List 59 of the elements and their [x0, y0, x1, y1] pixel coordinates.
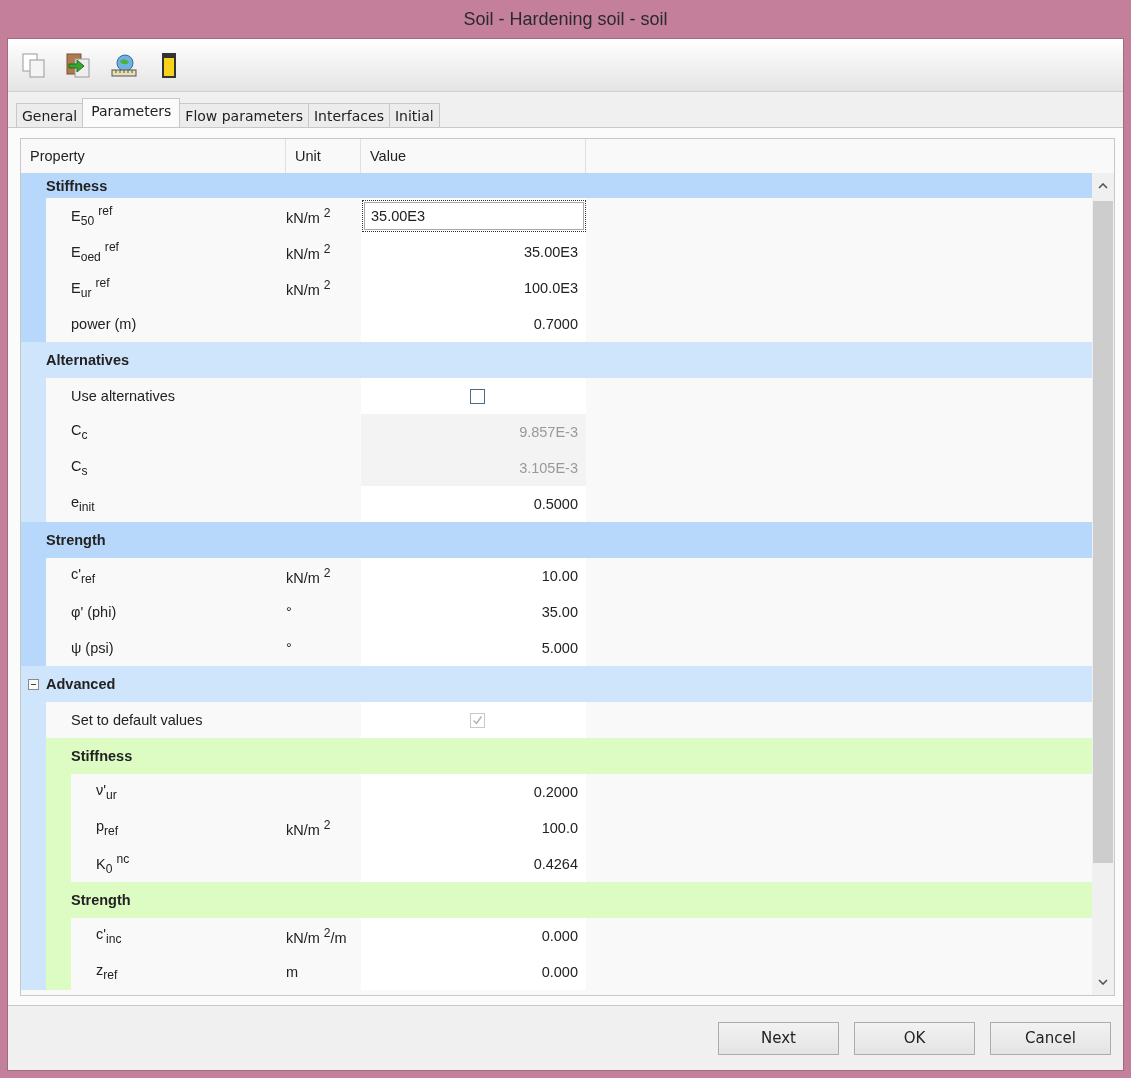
- unit-label: m: [286, 964, 299, 980]
- scroll-down-icon[interactable]: [1098, 979, 1108, 985]
- dialog-button[interactable]: Next: [718, 1021, 839, 1055]
- tab[interactable]: General: [16, 103, 84, 127]
- property-label: e$_{init}$: [71, 494, 95, 514]
- tab[interactable]: Initial: [388, 103, 440, 127]
- unit-label: kN/m $^{2}$: [286, 278, 331, 298]
- section-title: Strength: [71, 891, 131, 910]
- section-title: Stiffness: [46, 176, 108, 196]
- unit-label: kN/m $^{2}$: [286, 206, 331, 226]
- dialog-button[interactable]: Cancel: [990, 1021, 1111, 1055]
- unit-label: °: [286, 604, 292, 620]
- dialog-button[interactable]: OK: [854, 1021, 975, 1055]
- window-title: Soil - Hardening soil - soil: [462, 8, 669, 31]
- property-label: Use alternatives: [71, 388, 175, 404]
- property-label: C$_{c}$: [71, 422, 88, 442]
- property-label: Set to default values: [71, 712, 203, 728]
- value-cell: 10.00: [361, 558, 586, 594]
- value-cell: 0.5000: [361, 486, 586, 522]
- value-cell: 35.00E3: [361, 234, 586, 270]
- unit-label: kN/m $^{2}$/m: [286, 926, 347, 946]
- value-cell: 0.000: [361, 954, 586, 990]
- property-label: C$_{s}$: [71, 458, 88, 478]
- property-label: ψ (psi): [71, 640, 114, 656]
- value-input[interactable]: 35.00E3: [364, 202, 584, 230]
- tab[interactable]: Parameters: [82, 98, 181, 127]
- value-cell: 0.7000: [361, 306, 586, 342]
- value-cell: 5.000: [361, 630, 586, 666]
- globe-ruler-icon[interactable]: [110, 51, 138, 79]
- section-title: Alternatives: [46, 351, 129, 370]
- value-cell: 3.105E-3: [361, 450, 586, 486]
- unit-label: kN/m $^{2}$: [286, 818, 331, 838]
- property-label: ν'$_{ur}$: [96, 782, 117, 802]
- section-title: Strength: [46, 531, 106, 550]
- value-cell: 0.000: [361, 918, 586, 954]
- tab[interactable]: Flow parameters: [179, 103, 309, 127]
- scroll-up-icon[interactable]: [1098, 183, 1108, 189]
- section-title: Stiffness: [71, 747, 133, 766]
- property-label: c'$_{ref}$: [71, 566, 96, 586]
- unit-label: °: [286, 640, 292, 656]
- import-document-icon[interactable]: [65, 51, 93, 79]
- property-label: power (m): [71, 316, 137, 332]
- property-label: φ' (phi): [71, 604, 117, 620]
- property-label: c'$_{inc}$: [96, 926, 122, 946]
- collapse-icon[interactable]: [28, 678, 39, 690]
- value-cell: 9.857E-3: [361, 414, 586, 450]
- checkbox[interactable]: [470, 388, 485, 404]
- value-cell: 0.2000: [361, 774, 586, 810]
- value-cell: 35.00: [361, 594, 586, 630]
- property-label: p$_{ref}$: [96, 818, 119, 838]
- unit-label: kN/m $^{2}$: [286, 566, 331, 586]
- property-label: z$_{ref}$: [96, 962, 118, 982]
- value-cell: 100.0E3: [361, 270, 586, 306]
- unit-label: kN/m $^{2}$: [286, 242, 331, 262]
- value-cell: 0.4264: [361, 846, 586, 882]
- value-cell: 100.0: [361, 810, 586, 846]
- tab[interactable]: Interfaces: [307, 103, 390, 127]
- scrollbar-thumb[interactable]: [1093, 201, 1113, 864]
- section-title: Advanced: [46, 675, 116, 694]
